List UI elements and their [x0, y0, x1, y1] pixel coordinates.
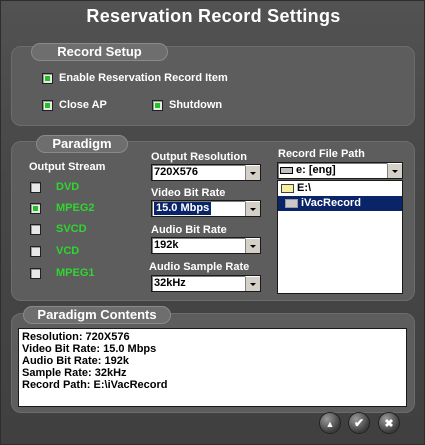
audio-sample-rate-value: 32kHz — [154, 277, 186, 289]
mpeg1-checkbox[interactable] — [30, 268, 41, 279]
drive-icon — [280, 166, 293, 174]
close-button[interactable]: ✖ — [378, 412, 400, 434]
settings-window: Reservation Record Settings Record Setup… — [0, 0, 425, 445]
mpeg2-checkbox[interactable] — [30, 203, 41, 214]
drive-select[interactable]: e: [eng] — [277, 162, 403, 179]
chevron-down-icon[interactable] — [245, 238, 260, 253]
audio-bit-rate-label: Audio Bit Rate — [151, 224, 227, 236]
chevron-down-icon[interactable] — [245, 165, 260, 180]
audio-bit-rate-select[interactable]: 192k — [151, 237, 261, 254]
tree-item-ivacrecord[interactable]: iVacRecord — [278, 196, 402, 211]
shutdown-label[interactable]: Shutdown — [169, 99, 222, 111]
folder-icon — [285, 198, 298, 208]
output-resolution-value: 720X576 — [154, 166, 199, 178]
record-setup-header: Record Setup — [31, 43, 168, 61]
contents-line: Record Path: E:\iVacRecord — [22, 379, 168, 391]
paradigm-contents-header: Paradigm Contents — [23, 306, 171, 324]
tree-item-drive-root[interactable]: E:\ — [278, 181, 402, 196]
folder-tree[interactable]: E:\ iVacRecord — [277, 180, 403, 294]
window-title: Reservation Record Settings — [86, 6, 341, 26]
close-ap-label[interactable]: Close AP — [59, 99, 107, 111]
svcd-label[interactable]: SVCD — [56, 223, 87, 235]
up-arrow-button[interactable]: ▲ — [319, 412, 341, 434]
tree-item-label: E:\ — [297, 182, 312, 194]
ok-button[interactable]: ✔ — [348, 412, 370, 434]
dvd-checkbox[interactable] — [30, 182, 41, 193]
video-bit-rate-select[interactable]: 15.0 Mbps — [151, 200, 261, 217]
record-file-path-label: Record File Path — [278, 148, 365, 160]
enable-reservation-checkbox[interactable] — [42, 73, 53, 84]
drive-value: e: [eng] — [296, 164, 336, 176]
enable-reservation-label[interactable]: Enable Reservation Record Item — [59, 72, 228, 84]
shutdown-checkbox[interactable] — [152, 100, 163, 111]
output-resolution-select[interactable]: 720X576 — [151, 164, 261, 181]
check-icon: ✔ — [353, 416, 365, 430]
up-arrow-icon: ▲ — [325, 419, 335, 429]
close-icon: ✖ — [384, 418, 394, 430]
vcd-label[interactable]: VCD — [56, 245, 79, 257]
contents-line: Audio Bit Rate: 192k — [22, 355, 129, 367]
vcd-checkbox[interactable] — [30, 246, 41, 257]
audio-bit-rate-value: 192k — [154, 239, 179, 251]
contents-line: Sample Rate: 32kHz — [22, 367, 127, 379]
mpeg2-label[interactable]: MPEG2 — [56, 202, 95, 214]
chevron-down-icon[interactable] — [245, 276, 260, 291]
open-folder-icon — [281, 183, 294, 193]
output-resolution-label: Output Resolution — [151, 151, 247, 163]
mpeg1-label[interactable]: MPEG1 — [56, 267, 95, 279]
dvd-label[interactable]: DVD — [56, 181, 79, 193]
paradigm-contents-text: Resolution: 720X576 Video Bit Rate: 15.0… — [18, 328, 407, 407]
output-stream-label: Output Stream — [29, 161, 106, 173]
svcd-checkbox[interactable] — [30, 224, 41, 235]
video-bit-rate-value: 15.0 Mbps — [154, 202, 212, 215]
contents-line: Resolution: 720X576 — [22, 331, 130, 343]
audio-sample-rate-label: Audio Sample Rate — [149, 261, 250, 273]
video-bit-rate-label: Video Bit Rate — [151, 187, 226, 199]
chevron-down-icon[interactable] — [245, 201, 260, 216]
close-ap-checkbox[interactable] — [42, 100, 53, 111]
contents-line: Video Bit Rate: 15.0 Mbps — [22, 343, 157, 355]
tree-item-label: iVacRecord — [301, 197, 361, 209]
chevron-down-icon[interactable] — [387, 163, 402, 178]
paradigm-header: Paradigm — [36, 135, 128, 153]
audio-sample-rate-select[interactable]: 32kHz — [151, 275, 261, 292]
